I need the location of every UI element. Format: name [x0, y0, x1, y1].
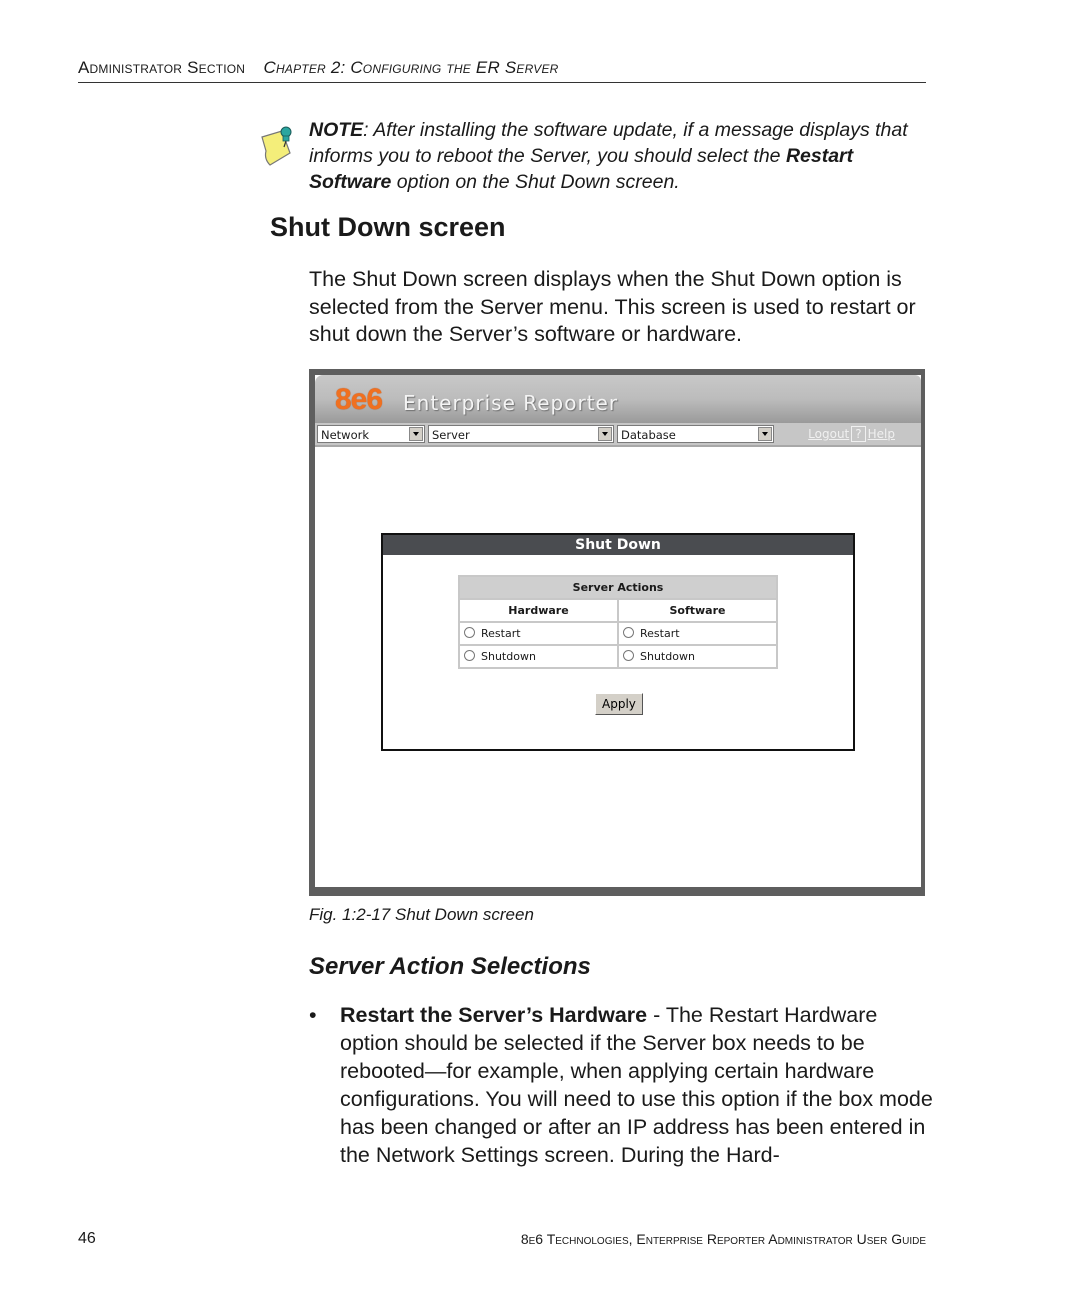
panel-title: Shut Down: [383, 535, 853, 555]
table-row: Restart Restart: [458, 621, 778, 646]
server-actions-table: Server Actions Hardware Software Restart…: [458, 575, 778, 669]
network-menu-select[interactable]: Network: [317, 425, 425, 443]
running-header: Administrator Section Chapter 2: Configu…: [78, 58, 926, 83]
brand-logo: 8e6: [335, 383, 383, 416]
header-section: Administrator Section: [78, 58, 246, 77]
server-menu-select[interactable]: Server: [428, 425, 614, 443]
server-menu-label: Server: [432, 428, 470, 442]
section-heading: Shut Down screen: [270, 212, 506, 242]
network-menu-label: Network: [321, 428, 370, 442]
software-restart-option[interactable]: Restart: [617, 621, 778, 646]
header-links: Logout? Help: [808, 426, 895, 442]
radio-button[interactable]: [623, 650, 634, 661]
radio-button[interactable]: [623, 627, 634, 638]
note-text: NOTE: After installing the software upda…: [309, 117, 929, 195]
header-chapter: Chapter 2: Configuring the ER Server: [263, 58, 559, 77]
chevron-down-icon[interactable]: [758, 427, 772, 441]
option-label: Shutdown: [481, 650, 536, 663]
database-menu-select[interactable]: Database: [617, 425, 774, 443]
apply-button[interactable]: Apply: [595, 693, 643, 715]
column-header-software: Software: [617, 598, 778, 623]
radio-button[interactable]: [464, 650, 475, 661]
subsection-heading: Server Action Selections: [309, 953, 591, 980]
table-row: Shutdown Shutdown: [458, 644, 778, 669]
radio-button[interactable]: [464, 627, 475, 638]
menu-bar: Network Server Database Logout? Help: [315, 423, 921, 447]
option-label: Restart: [640, 627, 680, 640]
option-label: Restart: [481, 627, 521, 640]
bullet-lead: Restart the Server’s Hardware: [340, 1003, 648, 1027]
app-header: 8e6 Enterprise Reporter: [315, 375, 921, 423]
help-question-icon[interactable]: ?: [851, 426, 866, 442]
hardware-restart-option[interactable]: Restart: [458, 621, 619, 646]
table-title: Server Actions: [458, 575, 778, 600]
page-number: 46: [78, 1230, 96, 1247]
intro-paragraph: The Shut Down screen displays when the S…: [309, 267, 916, 346]
note-body-2: option on the Shut Down screen.: [391, 171, 680, 193]
database-menu-label: Database: [621, 428, 676, 442]
figure-caption: Fig. 1:2-17 Shut Down screen: [309, 905, 534, 924]
help-link[interactable]: Help: [868, 427, 895, 441]
shut-down-panel: Shut Down Server Actions Hardware Softwa…: [381, 533, 855, 751]
note-pushpin-icon: [256, 123, 302, 169]
bullet-icon: •: [309, 1003, 317, 1027]
column-header-hardware: Hardware: [458, 598, 619, 623]
bullet-body: - The Restart Hardware option should be …: [340, 1003, 933, 1167]
note-label: NOTE: [309, 119, 364, 141]
bullet-text: Restart the Server’s Hardware - The Rest…: [340, 1001, 935, 1169]
footer-book-title: 8e6 Technologies, Enterprise Reporter Ad…: [520, 1231, 926, 1247]
hardware-shutdown-option[interactable]: Shutdown: [458, 644, 619, 669]
chevron-down-icon[interactable]: [409, 427, 423, 441]
software-shutdown-option[interactable]: Shutdown: [617, 644, 778, 669]
app-name: Enterprise Reporter: [403, 391, 619, 415]
option-label: Shutdown: [640, 650, 695, 663]
shut-down-screenshot: 8e6 Enterprise Reporter Network Server D…: [309, 369, 925, 896]
logout-link[interactable]: Logout: [808, 427, 849, 441]
chevron-down-icon[interactable]: [598, 427, 612, 441]
